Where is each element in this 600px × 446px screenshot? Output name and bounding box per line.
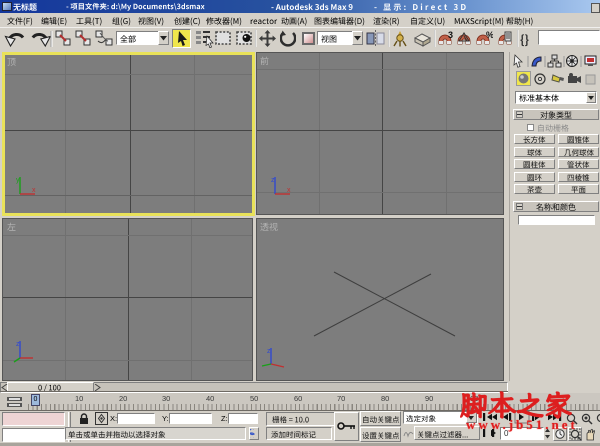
svg-text:z: z <box>271 177 275 184</box>
svg-text:3: 3 <box>448 30 453 40</box>
svg-text:x: x <box>32 187 36 194</box>
svg-text:%: % <box>486 30 493 40</box>
svg-text:y: y <box>16 177 20 184</box>
svg-text:z: z <box>267 348 271 355</box>
svg-text:x: x <box>287 187 291 194</box>
svg-text:z: z <box>16 341 20 348</box>
